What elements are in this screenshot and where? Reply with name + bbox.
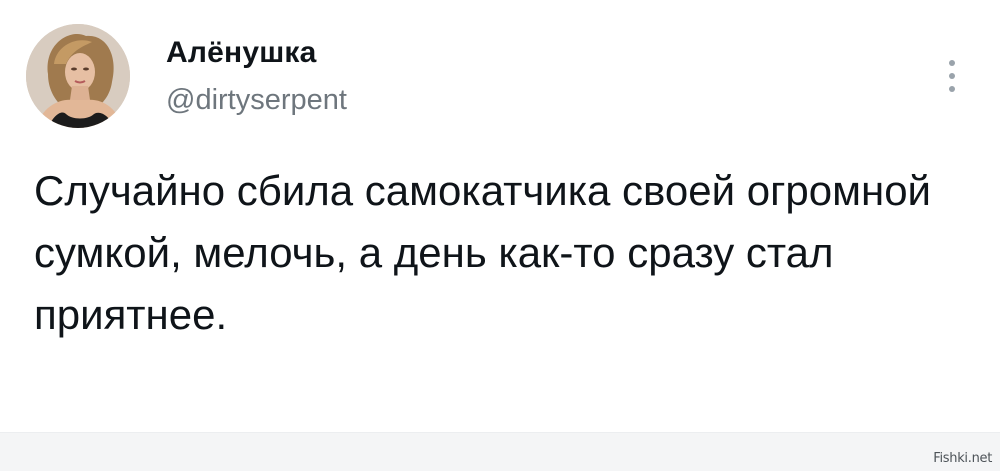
footer-strip: Fishki.net: [0, 432, 1000, 471]
tweet-card: Алёнушка @dirtyserpent Случайно сбила са…: [0, 0, 1000, 432]
avatar-photo-icon: [26, 24, 130, 128]
vertical-ellipsis-icon: [949, 73, 955, 79]
more-options-button[interactable]: [940, 56, 964, 96]
author-handle[interactable]: @dirtyserpent: [166, 84, 347, 117]
avatar[interactable]: [26, 24, 130, 128]
tweet-text: Случайно сбила самокатчика своей огромно…: [34, 167, 932, 338]
author-display-name[interactable]: Алёнушка: [166, 36, 317, 70]
watermark: Fishki.net: [933, 451, 992, 466]
vertical-ellipsis-icon: [949, 86, 955, 92]
vertical-ellipsis-icon: [949, 60, 955, 66]
